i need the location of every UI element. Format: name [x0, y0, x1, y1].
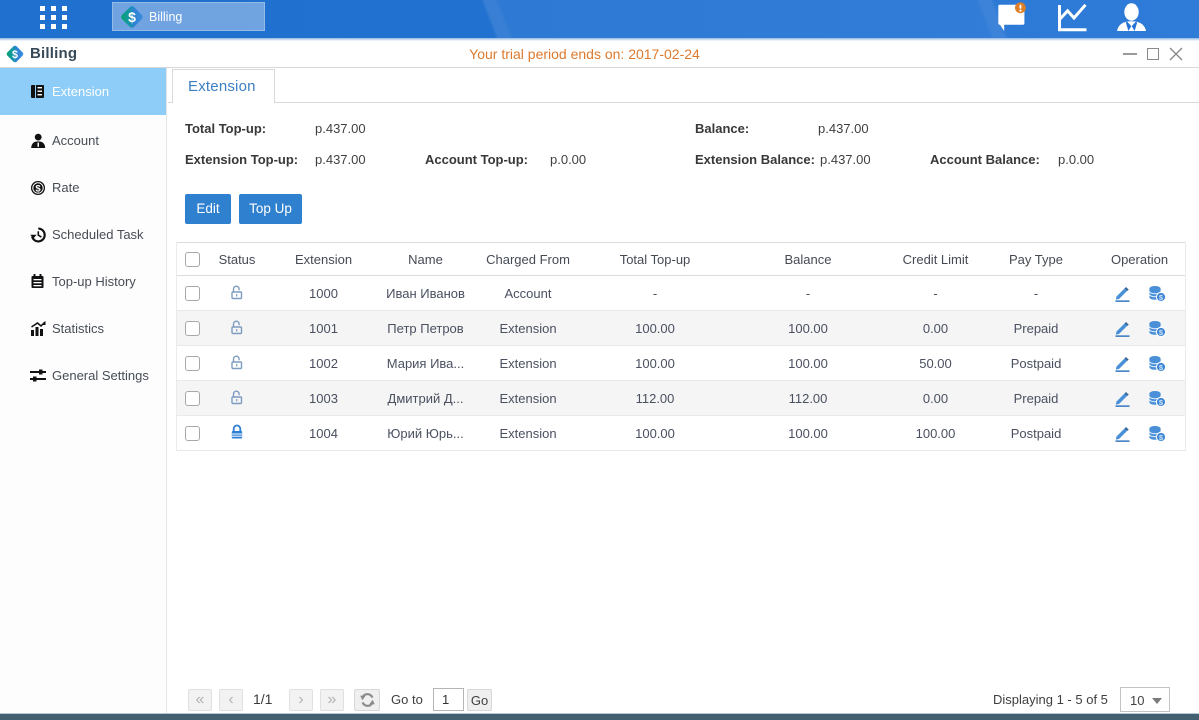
svg-text:$: $	[128, 9, 136, 25]
svg-text:$: $	[35, 183, 41, 194]
